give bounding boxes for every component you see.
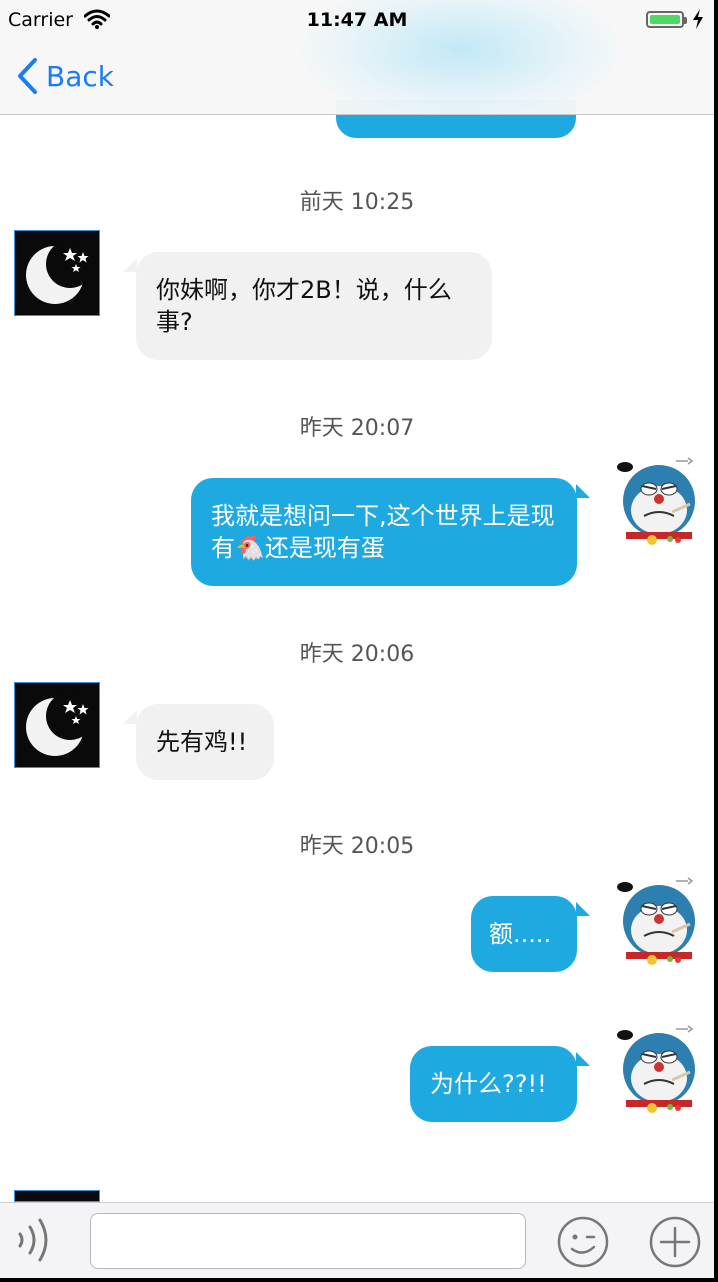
outgoing-message-bubble[interactable]: 为什么??!! xyxy=(410,1046,577,1122)
moon-avatar[interactable] xyxy=(14,1190,100,1202)
doraemon-icon xyxy=(617,877,695,965)
bubble-tail xyxy=(576,902,590,916)
status-bar: Carrier 11:47 AM xyxy=(0,0,714,42)
bubble-tail xyxy=(123,710,137,724)
battery-icon xyxy=(646,11,687,28)
incoming-message-bubble[interactable]: 你妹啊，你才2B！说，什么事? xyxy=(136,252,492,360)
moon-avatar[interactable] xyxy=(14,682,100,768)
outgoing-message-bubble[interactable]: 额..... xyxy=(471,896,577,972)
emoji-button[interactable] xyxy=(556,1215,610,1269)
moon-icon xyxy=(63,1200,77,1201)
moon-icon xyxy=(26,692,94,756)
message-timestamp: 昨天 20:06 xyxy=(299,642,415,667)
message-timestamp: 昨天 20:05 xyxy=(299,834,415,859)
screen-border-bottom xyxy=(0,1278,718,1282)
chicken-emoji: 🐔 xyxy=(235,534,265,562)
message-timestamp: 昨天 20:07 xyxy=(299,416,415,441)
voice-button[interactable] xyxy=(12,1215,60,1265)
clock: 11:47 AM xyxy=(306,9,408,31)
screen-border-right xyxy=(714,0,718,1282)
bubble-tail xyxy=(123,258,137,272)
message-text: 先有鸡!! xyxy=(156,728,248,756)
doraemon-icon xyxy=(617,457,695,545)
back-label: Back xyxy=(46,59,114,93)
input-toolbar xyxy=(0,1202,714,1279)
message-text: 还是现有蛋 xyxy=(264,534,385,562)
outgoing-message-bubble[interactable]: 我就是想问一下,这个世界上是现有🐔还是现有蛋 xyxy=(191,478,577,586)
message-input[interactable] xyxy=(90,1213,526,1269)
bubble-tail xyxy=(576,1052,590,1066)
message-text: 为什么??!! xyxy=(430,1070,547,1098)
incoming-message-bubble[interactable]: 先有鸡!! xyxy=(136,704,274,780)
add-button[interactable] xyxy=(648,1215,702,1269)
message-text: 额..... xyxy=(489,920,552,948)
doraemon-avatar[interactable] xyxy=(614,874,700,965)
moon-avatar[interactable] xyxy=(14,230,100,316)
voice-icon xyxy=(18,1218,48,1262)
back-button[interactable]: Back xyxy=(16,56,114,96)
emoji-icon xyxy=(557,1216,609,1268)
plus-icon xyxy=(649,1216,701,1268)
doraemon-icon xyxy=(617,1025,695,1113)
doraemon-avatar[interactable] xyxy=(614,454,700,545)
bubble-tail xyxy=(576,484,590,498)
chat-screen: Back Carrier 11:47 AM 前天 10:25 你妹啊，你才2B！… xyxy=(0,0,718,1282)
moon-icon xyxy=(26,240,94,304)
chevron-left-icon xyxy=(18,58,37,94)
message-text: 你妹啊，你才2B！说，什么事? xyxy=(156,276,452,336)
message-list[interactable]: 前天 10:25 你妹啊，你才2B！说，什么事? 昨天 20:07 我就是想问一… xyxy=(0,114,714,1202)
message-timestamp: 前天 10:25 xyxy=(299,190,415,215)
doraemon-avatar[interactable] xyxy=(614,1022,700,1113)
charging-bolt-icon xyxy=(693,9,703,29)
